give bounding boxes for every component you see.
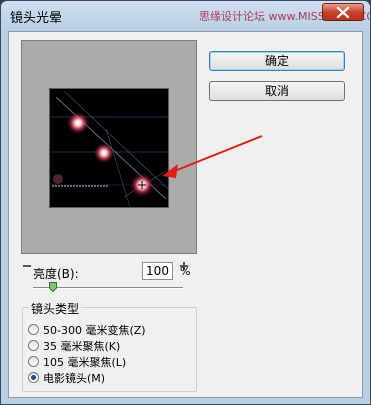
radio-35mm-prime[interactable]: 35 毫米聚焦(K) bbox=[28, 338, 198, 354]
dialog-title: 镜头光晕 bbox=[10, 11, 63, 26]
radio-label: 50-300 毫米变焦(Z) bbox=[43, 324, 146, 337]
radio-button[interactable] bbox=[28, 324, 39, 335]
lens-type-group: 镜头类型 50-300 毫米变焦(Z) 35 毫米聚焦(K) 105 毫米聚焦(… bbox=[22, 300, 198, 392]
brightness-label: 亮度(B): bbox=[33, 267, 79, 281]
title-bar[interactable]: 镜头光晕 思缘设计论坛 www.MISSYUAN.COM bbox=[1, 1, 370, 31]
radio-button[interactable] bbox=[28, 340, 39, 351]
cancel-button[interactable]: 取消 bbox=[209, 81, 345, 101]
close-icon bbox=[336, 7, 350, 18]
close-button[interactable] bbox=[322, 3, 364, 21]
lens-type-title: 镜头类型 bbox=[29, 300, 82, 317]
radio-105mm-prime[interactable]: 105 毫米聚焦(L) bbox=[28, 354, 198, 370]
dialog-body: 确定 取消 亮度(B): 100 % 镜头类型 50-300 毫米变焦(Z) 3… bbox=[8, 31, 363, 398]
radio-zoom-50-300[interactable]: 50-300 毫米变焦(Z) bbox=[28, 322, 198, 338]
radio-label: 电影镜头(M) bbox=[43, 372, 106, 385]
radio-label: 35 毫米聚焦(K) bbox=[43, 340, 121, 353]
lens-flare-dialog: 镜头光晕 思缘设计论坛 www.MISSYUAN.COM 确定 取消 亮度(B)… bbox=[0, 0, 371, 405]
brightness-input[interactable]: 100 bbox=[142, 262, 173, 280]
zoom-out-icon[interactable] bbox=[23, 265, 31, 267]
flare-preview-graphic bbox=[50, 90, 169, 208]
brightness-unit: % bbox=[180, 265, 191, 278]
ok-button[interactable]: 确定 bbox=[209, 51, 345, 71]
flare-preview-image[interactable] bbox=[49, 88, 169, 208]
radio-button[interactable] bbox=[28, 356, 39, 367]
radio-label: 105 毫米聚焦(L) bbox=[43, 356, 127, 369]
brightness-slider-thumb[interactable] bbox=[49, 282, 57, 292]
preview-panel bbox=[21, 40, 197, 254]
radio-movie-prime[interactable]: 电影镜头(M) bbox=[28, 370, 198, 386]
radio-button-selected[interactable] bbox=[28, 372, 39, 383]
